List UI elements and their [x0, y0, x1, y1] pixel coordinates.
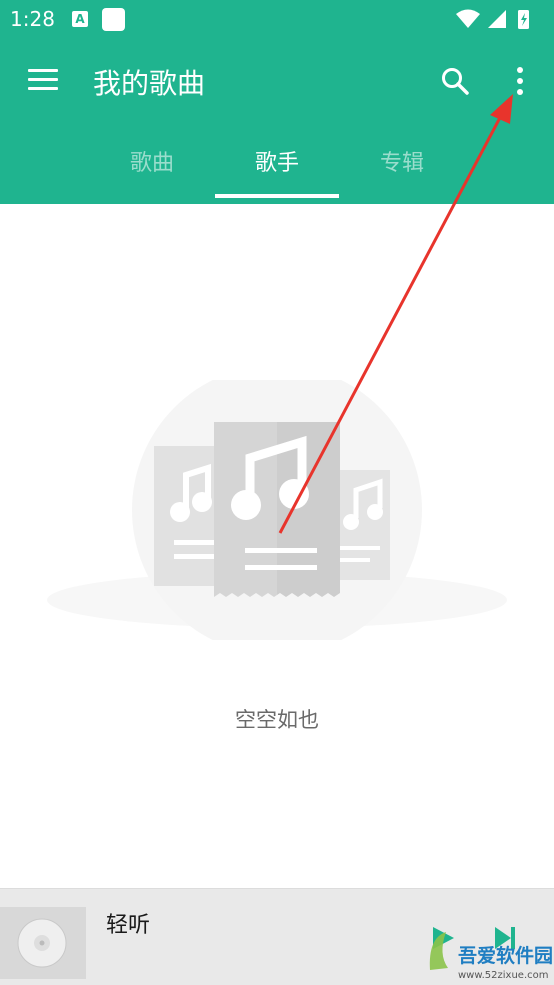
- status-icons: [456, 9, 529, 29]
- album-art: [0, 907, 86, 979]
- watermark-url: www.52zixue.com: [458, 970, 549, 981]
- tab-indicator: [215, 194, 339, 198]
- status-bar: 1:28 A: [0, 0, 554, 37]
- app-bar: 我的歌曲 歌曲 歌手 专辑: [0, 37, 554, 204]
- tab-artists[interactable]: 歌手: [215, 145, 339, 177]
- tab-bar: 歌曲 歌手 专辑: [90, 137, 464, 199]
- signal-icon: [488, 10, 506, 28]
- page-title: 我的歌曲: [93, 67, 206, 100]
- app-notification-icon: A: [72, 11, 88, 27]
- wifi-icon: [456, 9, 480, 28]
- menu-icon[interactable]: [28, 69, 58, 91]
- tab-albums[interactable]: 专辑: [340, 145, 464, 177]
- watermark-text: 吾爱软件园: [458, 944, 552, 967]
- watermark-logo: 吾爱软件园 www.52zixue.com: [429, 932, 552, 981]
- song-title: 轻听: [106, 913, 151, 938]
- more-options-icon[interactable]: [510, 65, 530, 97]
- disc-icon: [17, 918, 67, 968]
- empty-state-message: 空空如也: [235, 708, 319, 732]
- search-icon[interactable]: [440, 66, 470, 96]
- empty-music-illustration: [47, 380, 507, 640]
- status-time: 1:28: [10, 7, 55, 31]
- notification-square-icon: [102, 8, 125, 31]
- tab-songs[interactable]: 歌曲: [90, 145, 214, 177]
